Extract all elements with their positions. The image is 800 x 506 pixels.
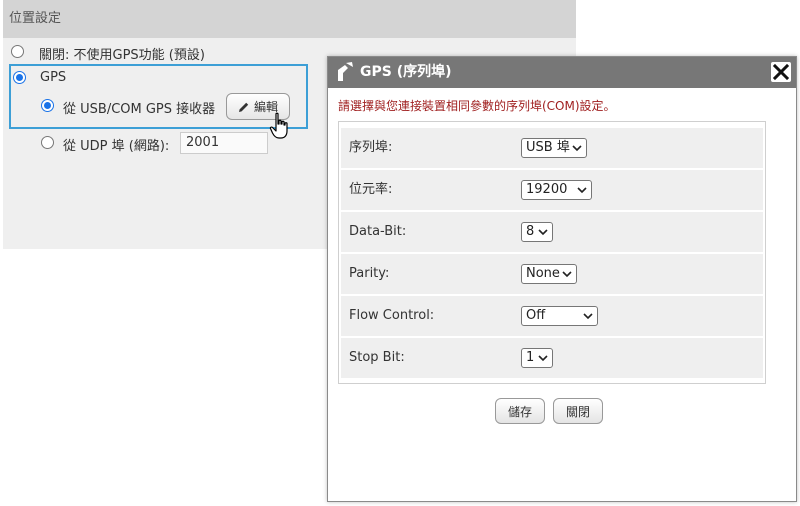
save-button[interactable]: 儲存 — [495, 398, 545, 424]
flow-control-select[interactable]: Off — [521, 306, 598, 326]
flow-control-label: Flow Control: — [349, 308, 435, 323]
radio-gps-off-label: 關閉: 不使用GPS功能 (預設) — [39, 48, 205, 63]
parity-value: None — [526, 266, 560, 281]
chevron-down-icon — [538, 355, 548, 362]
form-row-serial-port: 序列埠: USB 埠 — [341, 128, 763, 168]
radio-udp[interactable] — [41, 136, 54, 149]
radio-gps-label: GPS — [40, 70, 67, 85]
parity-select[interactable]: None — [521, 264, 577, 284]
serial-settings-form: 序列埠: USB 埠 位元率: 19200 Data-Bit: 8 Parity… — [338, 121, 766, 384]
stop-bit-select[interactable]: 1 — [521, 348, 553, 368]
radio-usb-com-label: 從 USB/COM GPS 接收器 — [63, 102, 216, 117]
serial-port-select[interactable]: USB 埠 — [521, 138, 587, 158]
baud-rate-select[interactable]: 19200 — [521, 180, 592, 200]
flow-control-value: Off — [526, 308, 546, 323]
form-row-parity: Parity: None — [341, 254, 763, 294]
radio-gps[interactable] — [13, 71, 26, 84]
data-bit-value: 8 — [526, 224, 535, 239]
dialog-title: GPS (序列埠) — [360, 64, 452, 80]
parity-label: Parity: — [349, 266, 390, 281]
form-row-baud-rate: 位元率: 19200 — [341, 170, 763, 210]
dialog-titlebar[interactable]: GPS (序列埠) — [328, 57, 796, 88]
close-icon — [772, 63, 790, 81]
radio-udp-label: 從 UDP 埠 (網路): — [63, 139, 170, 154]
serial-port-label: 序列埠: — [349, 140, 393, 155]
hand-pointer-icon — [269, 112, 288, 139]
chevron-down-icon — [538, 229, 548, 236]
udp-port-input[interactable]: 2001 — [180, 132, 268, 154]
pencil-icon — [238, 102, 249, 112]
radio-usb-com[interactable] — [41, 99, 54, 112]
close-button[interactable] — [771, 62, 791, 82]
stop-bit-label: Stop Bit: — [349, 350, 405, 365]
gps-serial-dialog: GPS (序列埠) 請選擇與您連接裝置相同參數的序列埠(COM)設定。 序列埠:… — [327, 56, 797, 502]
serial-port-value: USB 埠 — [526, 140, 570, 155]
radio-gps-off[interactable] — [11, 45, 24, 58]
gps-device-icon — [338, 62, 353, 81]
form-row-flow-control: Flow Control: Off — [341, 296, 763, 336]
dialog-description: 請選擇與您連接裝置相同參數的序列埠(COM)設定。 — [338, 99, 616, 113]
chevron-down-icon — [583, 313, 593, 320]
form-row-stop-bit: Stop Bit: 1 — [341, 338, 763, 378]
dialog-close-button[interactable]: 關閉 — [553, 398, 603, 424]
baud-rate-value: 19200 — [526, 182, 568, 197]
chevron-down-icon — [577, 187, 587, 194]
data-bit-label: Data-Bit: — [349, 224, 407, 239]
stop-bit-value: 1 — [526, 350, 535, 365]
baud-rate-label: 位元率: — [349, 182, 393, 197]
chevron-down-icon — [562, 271, 572, 278]
chevron-down-icon — [572, 145, 582, 152]
location-settings-header: 位置設定 — [3, 0, 576, 38]
form-row-data-bit: Data-Bit: 8 — [341, 212, 763, 252]
data-bit-select[interactable]: 8 — [521, 222, 553, 242]
